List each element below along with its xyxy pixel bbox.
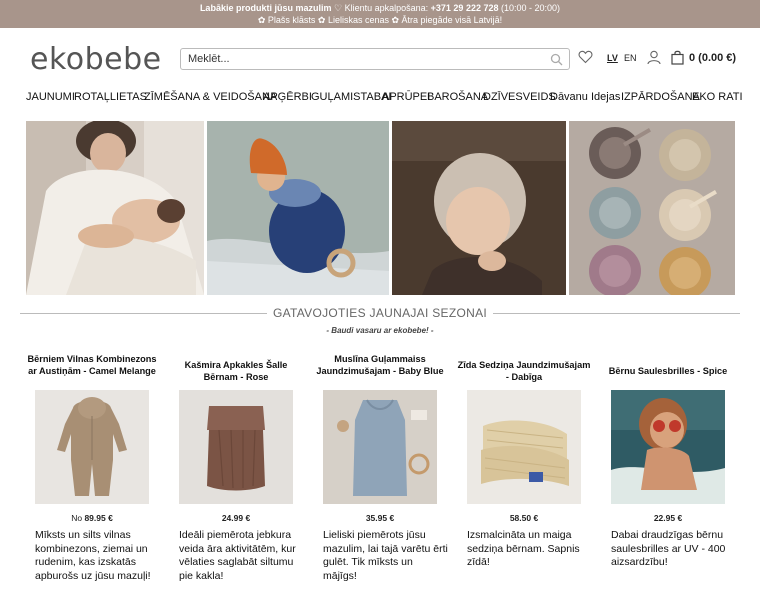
product-image[interactable] [611,390,725,504]
promo-bar: Labākie produkti jūsu mazulim ♡ Klientu … [0,0,760,28]
nav-item-aprupei[interactable]: APRŪPEI [382,91,430,103]
section-title-wrap: GATAVOJOTIES JAUNAJAI SEZONAI [20,306,740,320]
search-box [180,48,570,70]
price-prefix: No [71,513,83,523]
site-header: ekobebe LV EN 0 (0.00 €) [0,28,760,88]
price-value: 35.95 € [365,513,395,523]
nav-item-dzivesveids[interactable]: DZĪVESVEIDS [483,91,556,103]
lang-lv-link[interactable]: LV [607,53,618,63]
product-description: Lieliski piemērots jūsu mazulim, lai taj… [323,529,448,582]
product-description: Ideāli piemērota jebkura veida āra aktiv… [179,529,296,582]
product-description: Dabai draudzīgas bērnu saulesbrilles ar … [611,529,726,568]
price-value: 58.50 € [509,513,539,523]
product-price: 35.95 € [323,513,437,523]
price-value: 89.95 € [84,513,113,523]
banner-baby-bonnet[interactable] [392,121,566,295]
section-title: GATAVOJOTIES JAUNAJAI SEZONAI [266,306,494,320]
product-title[interactable]: Zīda Sedziņa Jaundzimušajam - Dabīga [456,359,592,383]
promo-headline: Labākie produkti jūsu mazulim [199,3,332,13]
support-phone[interactable]: +371 29 222 728 [431,3,499,13]
main-nav: JAUNUMI ROTAĻLIETAS ZĪMĒŠANA & VEIDOŠANA… [0,88,760,108]
promo-line-2: ✿ Plašs klāsts ✿ Lieliskas cenas ✿ Ātra … [257,15,503,25]
price-value: 24.99 € [221,513,251,523]
promo-line-1: Labākie produkti jūsu mazulim ♡ Klientu … [0,2,760,14]
nav-item-apgerbi[interactable]: APĢĒRBI [263,91,312,103]
support-hours: (10:00 - 20:00) [501,3,561,13]
nav-item-zimesana[interactable]: ZĪMĒŠANA & VEIDOŠANA [144,91,277,103]
support-label: Klientu apkalpošana: [344,3,429,13]
nav-item-rotallietas[interactable]: ROTAĻLIETAS [74,91,147,103]
product-price: 24.99 € [179,513,293,523]
heart-glyph: ♡ [333,3,343,13]
section-subtitle: - Baudi vasaru ar ekobebe! - [326,326,434,335]
nav-item-davanu-idejas[interactable]: Dāvanu Idejas [550,91,620,103]
nav-item-gulamistabai[interactable]: GUĻAMISTABAI [311,91,391,103]
user-account-icon[interactable] [647,50,661,70]
product-title[interactable]: Muslīna Guļammaiss Jaundzimušajam - Baby… [312,353,448,377]
product-title[interactable]: Kašmira Apkakles Šalle Bērnam - Rose [168,359,304,383]
product-price: 22.95 € [611,513,725,523]
banner-bowls-spoons[interactable] [569,121,735,295]
product-title[interactable]: Bērnu Saulesbrilles - Spice [600,365,736,377]
nav-item-eko-rati[interactable]: EKO RATI [692,91,743,103]
product-image[interactable] [179,390,293,504]
nav-item-izpardosana[interactable]: IZPĀRDOŠANA [621,91,700,103]
product-description: Mīksts un silts vilnas kombinezons, ziem… [35,529,151,582]
product-title[interactable]: Bērniem Vilnas Kombinezons ar Austiņām -… [24,353,160,377]
product-description: Izsmalcināta un maiga sedziņa bērnam. Sa… [467,529,580,568]
product-image[interactable] [467,390,581,504]
product-image[interactable] [35,390,149,504]
product-price: 58.50 € [467,513,581,523]
lang-en-link[interactable]: EN [624,53,637,63]
banner-breastfeeding[interactable] [26,121,204,295]
shopping-bag-icon[interactable] [671,50,684,70]
nav-item-barosana[interactable]: BAROŠANA [427,91,488,103]
search-icon[interactable] [550,53,563,71]
product-image[interactable] [323,390,437,504]
logo[interactable]: ekobebe [30,42,162,77]
cart-total[interactable]: 0 (0.00 €) [689,52,736,64]
wishlist-heart-icon[interactable] [578,50,593,69]
price-value: 22.95 € [653,513,683,523]
nav-item-jaunumi[interactable]: JAUNUMI [26,91,75,103]
section-heading: GATAVOJOTIES JAUNAJAI SEZONAI [20,305,740,321]
banner-toy-gnome[interactable] [207,121,389,295]
search-input[interactable] [181,49,541,69]
product-price: No 89.95 € [35,513,149,523]
